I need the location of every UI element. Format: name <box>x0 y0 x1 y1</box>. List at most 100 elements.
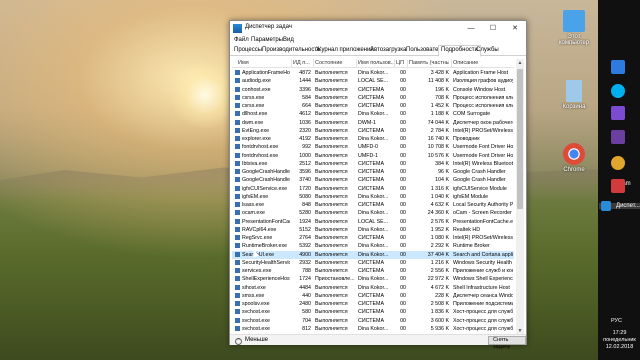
column-divider[interactable] <box>313 59 314 68</box>
menu-file[interactable]: Файл <box>234 37 249 43</box>
process-cell: 104 K <box>435 177 449 184</box>
process-row[interactable]: ShellExperienceHost... 1724 Приостановле..… <box>232 275 514 283</box>
column-divider[interactable] <box>394 59 395 68</box>
fewer-details-label: Меньше <box>245 337 268 343</box>
process-cell: 5280 <box>299 210 311 217</box>
process-row[interactable]: ocam.exe 5280 Выполняется Dina Kokor... 00 24… <box>232 209 514 217</box>
tab-details[interactable]: Подробности <box>438 45 481 57</box>
column-divider[interactable] <box>356 59 357 68</box>
process-row[interactable]: svchost.exe 704 Выполняется СИСТЕМА 00 3 600 … <box>232 317 514 325</box>
process-row[interactable]: svchost.exe 812 Выполняется Dina Kokor... 00… <box>232 325 514 333</box>
desktop-icon-this-computer[interactable]: Этот компьютер <box>552 10 596 46</box>
process-row[interactable]: smss.exe 440 Выполняется СИСТЕМА 00 228 K Дисп… <box>232 292 514 300</box>
process-icon <box>235 309 240 315</box>
menu-view[interactable]: Вид <box>283 37 294 43</box>
photoshop-icon[interactable] <box>611 60 625 74</box>
tab-startup[interactable]: Автозагрузка <box>370 47 406 53</box>
process-row[interactable]: fontdrvhost.exe 992 Выполняется UMFD-0 00 10 … <box>232 143 514 151</box>
process-row[interactable]: PresentationFontCac... 1924 Выполняется LOC… <box>232 218 514 226</box>
process-cell: Console Window Host <box>453 86 506 93</box>
process-icon <box>235 317 240 323</box>
column-memory[interactable]: Память (частный... <box>409 60 449 66</box>
process-row[interactable]: fontdrvhost.exe 1000 Выполняется UMFD-1 00 10… <box>232 152 514 160</box>
window-title: Диспетчер задач <box>245 24 292 30</box>
vertical-scrollbar[interactable]: ▲ ▼ <box>516 59 524 335</box>
process-row[interactable]: lsass.exe 848 Выполняется СИСТЕМА 00 4 632 K L… <box>232 201 514 209</box>
end-task-button[interactable]: Снять задачу <box>488 336 526 350</box>
process-row[interactable]: RAVCpl64.exe 5152 Выполняется Dina Kokor...… <box>232 226 514 234</box>
computer-icon <box>563 10 585 32</box>
process-row[interactable]: SecurityHealthServic... 2932 Выполняется СИ… <box>232 259 514 267</box>
desktop-icon-label: Этот компьютер <box>558 34 590 46</box>
process-row[interactable]: RuntimeBroker.exe 5392 Выполняется Dina Kok… <box>232 242 514 250</box>
process-row[interactable]: conhost.exe 3396 Выполняется СИСТЕМА 00 196 K… <box>232 86 514 94</box>
process-cell: Dina Kokor... <box>358 136 389 142</box>
process-row[interactable]: SearchUI.exe 4900 Выполняется Dina Kokor...… <box>232 250 514 259</box>
process-row[interactable]: igfxEM.exe 5080 Выполняется Dina Kokor... 00… <box>232 193 514 201</box>
process-row[interactable]: csrss.exe 584 Выполняется СИСТЕМА 00 708 K Про… <box>232 94 514 102</box>
process-cell: 440 <box>302 292 311 299</box>
column-divider[interactable] <box>451 59 452 68</box>
skype-icon[interactable] <box>611 84 625 98</box>
scrollbar-thumb[interactable] <box>517 69 523 209</box>
scroll-up-arrow-icon[interactable]: ▲ <box>516 59 524 67</box>
minimize-button[interactable]: — <box>460 21 482 36</box>
column-name[interactable]: Имя <box>238 60 288 66</box>
column-status[interactable]: Состояние <box>315 60 355 66</box>
visual-studio-icon[interactable] <box>611 130 625 144</box>
desktop-icon-recycle-bin[interactable]: Корзина <box>552 80 596 110</box>
process-cell: СИСТЕМА <box>358 177 384 184</box>
column-user[interactable]: Имя пользов... <box>358 60 394 66</box>
process-row[interactable]: RegSrvc.exe 2764 Выполняется СИСТЕМА 00 1 080… <box>232 234 514 242</box>
process-row[interactable]: GoogleCrashHandler... 3596 Выполняется СИСТ… <box>232 168 514 176</box>
maximize-button[interactable]: ☐ <box>482 21 504 36</box>
process-row[interactable]: audiodg.exe 1444 Выполняется LOCAL SE... 00 1… <box>232 77 514 85</box>
process-row[interactable]: services.exe 788 Выполняется СИСТЕМА 00 2 556… <box>232 267 514 275</box>
process-cell: 788 <box>302 268 311 274</box>
system-clock[interactable]: 17:29 понедельник 12.02.2018 <box>599 330 640 351</box>
process-row[interactable]: dllhost.exe 4612 Выполняется Dina Kokor... 0… <box>232 110 514 118</box>
process-cell: SearchUI.exe <box>242 251 275 258</box>
process-cell: 00 <box>400 177 406 184</box>
process-cell: Выполняется <box>315 259 348 266</box>
column-description[interactable]: Описание <box>453 60 513 66</box>
process-row[interactable]: EvtEng.exe 2320 Выполняется СИСТЕМА 00 2 784 … <box>232 127 514 135</box>
process-row[interactable]: csrss.exe 664 Выполняется СИСТЕМА 00 1 452 K П… <box>232 102 514 110</box>
title-bar[interactable]: Диспетчер задач — ☐ ✕ <box>230 21 526 36</box>
menu-options[interactable]: Параметры <box>251 37 283 43</box>
tab-processes[interactable]: Процессы <box>234 47 262 53</box>
process-cell: Application Frame Host <box>453 70 509 76</box>
process-cell: Intel(R) PROSet/Wireless Event <box>453 127 513 134</box>
column-divider[interactable] <box>291 59 292 68</box>
process-cell: Выполняется <box>315 169 348 175</box>
process-cell: Local Security Authority Process <box>453 202 513 208</box>
close-button[interactable]: ✕ <box>504 21 526 36</box>
fewer-details-button[interactable]: ⌃ Меньше <box>235 337 268 345</box>
process-row[interactable]: spoolsv.exe 2480 Выполняется СИСТЕМА 00 2 508… <box>232 300 514 308</box>
tab-performance[interactable]: Производительность <box>262 47 320 53</box>
column-cpu[interactable]: ЦП <box>396 60 406 66</box>
column-pid[interactable]: ИД п... <box>293 60 313 66</box>
tab-services[interactable]: Службы <box>476 47 499 53</box>
column-divider[interactable] <box>407 59 408 68</box>
process-cell: 10 708 K <box>427 144 449 151</box>
process-row[interactable]: sihost.exe 4484 Выполняется Dina Kokor... 00… <box>232 284 514 292</box>
process-row[interactable]: explorer.exe 4192 Выполняется Dina Kokor...… <box>232 135 514 143</box>
process-row[interactable]: GoogleCrashHandler... 3740 Выполняется СИСТ… <box>232 176 514 184</box>
language-indicator[interactable]: РУС <box>611 318 622 324</box>
process-row[interactable]: Ibtsiva.exe 2512 Выполняется СИСТЕМА 00 384 K… <box>232 160 514 168</box>
process-row[interactable]: igfxCUIService.exe 1720 Выполняется СИСТЕМА… <box>232 185 514 193</box>
process-cell: 00 <box>400 136 406 142</box>
desktop-icon-chrome[interactable]: Chrome <box>552 143 596 173</box>
process-row[interactable]: svchost.exe 580 Выполняется СИСТЕМА 00 1 836 … <box>232 308 514 316</box>
process-row[interactable]: dwm.exe 1036 Выполняется DWM-1 00 74 044 K Дис… <box>232 119 514 127</box>
process-icon <box>235 193 240 199</box>
process-row[interactable]: ApplicationFrameHo... 4872 Выполняется Dina… <box>232 69 514 77</box>
chrome-taskbar-icon[interactable] <box>611 156 625 170</box>
process-cell: СИСТЕМА <box>358 86 384 93</box>
tab-app-history[interactable]: Журнал приложений <box>316 47 374 53</box>
premiere-icon[interactable] <box>611 106 625 120</box>
process-cell: СИСТЕМА <box>358 127 384 134</box>
desktop-icon-label: Корзина <box>562 104 586 110</box>
task-manager-window: Диспетчер задач — ☐ ✕ Файл Параметры Вид… <box>229 20 527 350</box>
